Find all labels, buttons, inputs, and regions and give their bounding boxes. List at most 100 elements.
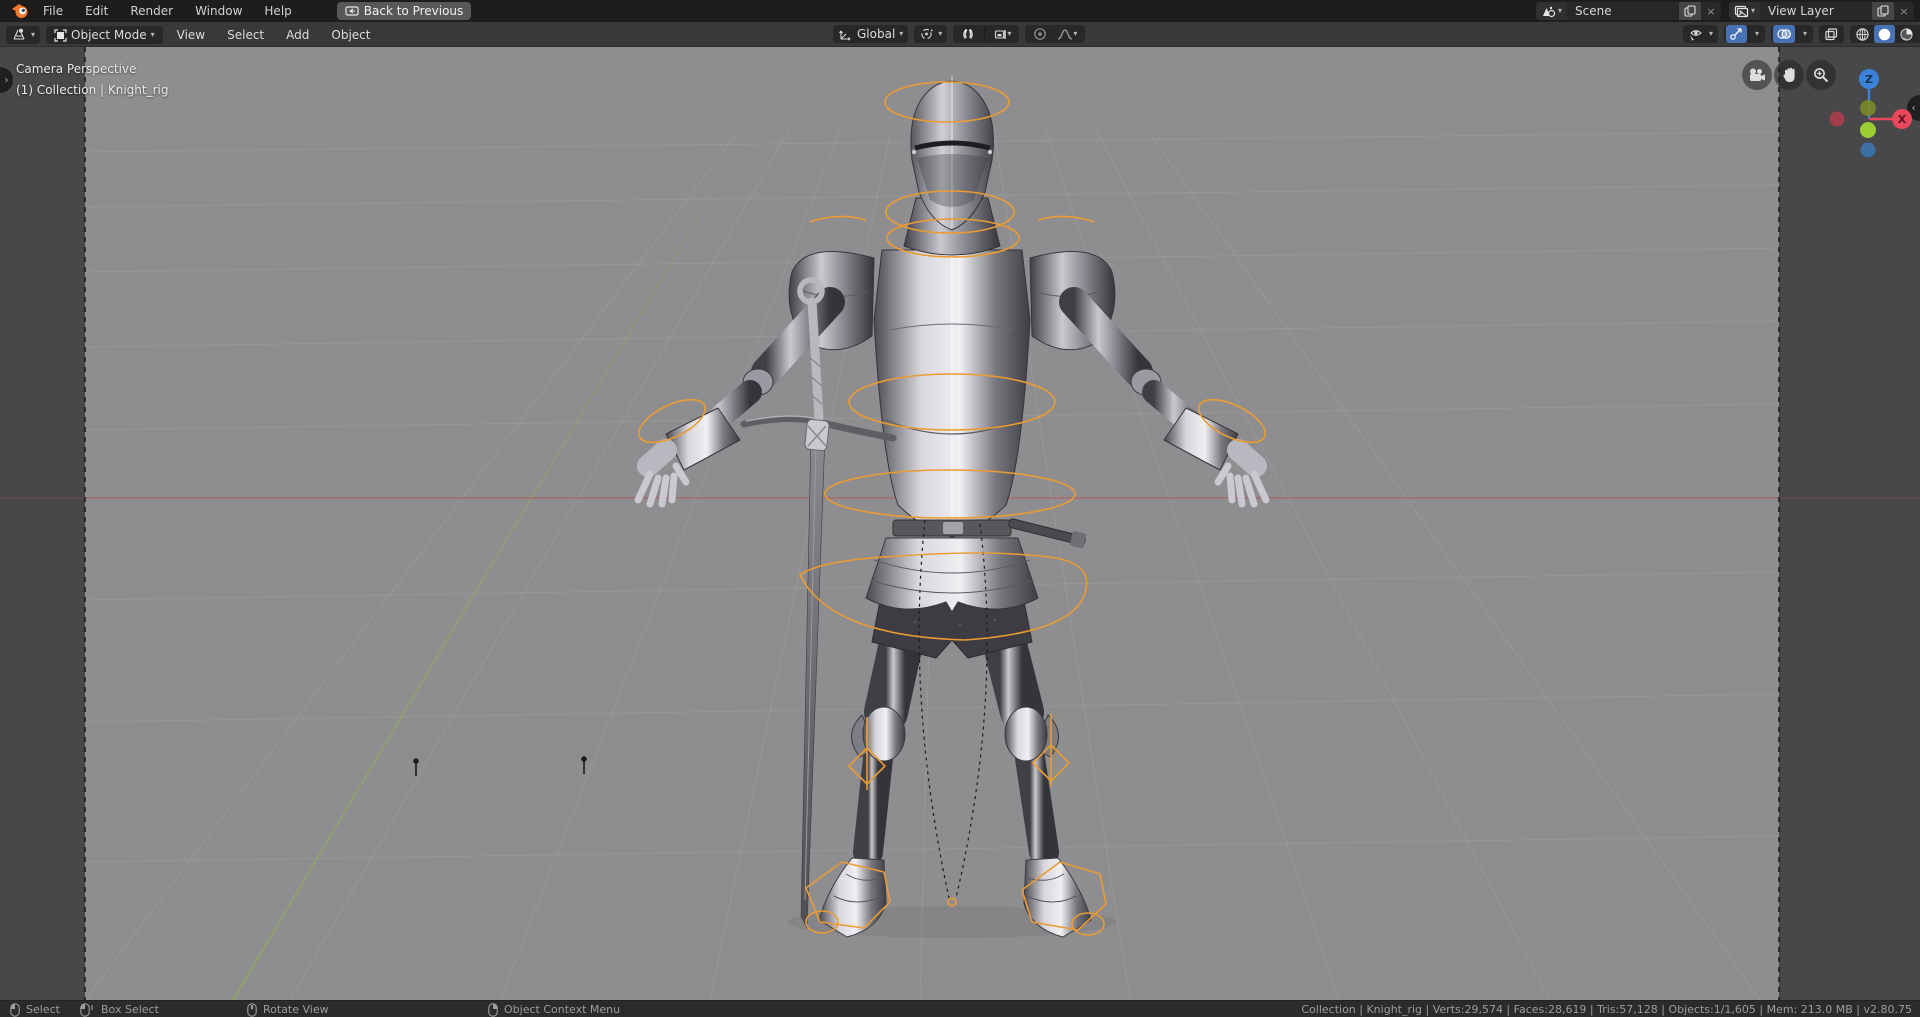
statusbar: Select Box Select Rotate View Object Con… [0,1000,1920,1017]
back-to-previous-label: Back to Previous [364,4,464,18]
pivot-point-selector[interactable]: ▾ [914,25,947,43]
new-view-layer-button[interactable] [1872,2,1894,20]
chevron-down-icon[interactable]: ▾ [1799,30,1811,38]
viewport-3d[interactable]: Camera Perspective (1) Collection | Knig… [0,47,1920,1000]
blender-logo [11,3,29,19]
chevron-down-icon: ▾ [938,30,942,38]
shading-wireframe-icon [1855,27,1870,42]
hint-select-label: Select [26,1003,60,1016]
topbar: File Edit Render Window Help Back to Pre… [0,0,1920,22]
new-scene-button[interactable] [1679,2,1701,20]
zoom-icon [1813,67,1829,83]
hint-rotate-view-label: Rotate View [263,1003,329,1016]
menu-select[interactable]: Select [219,25,272,45]
viewport-info-active-object: (1) Collection | Knight_rig [16,83,168,97]
back-to-previous-button[interactable]: Back to Previous [337,2,472,20]
view-layer-browse-button[interactable]: ▾ [1729,2,1760,20]
unlink-scene-button[interactable]: × [1701,2,1721,20]
shading-solid-button[interactable] [1874,25,1895,43]
xray-toggle[interactable] [1819,25,1844,43]
falloff-curve-icon [1057,28,1073,41]
chevron-down-icon[interactable]: ▾ [1751,30,1763,38]
scene-name[interactable]: Scene [1567,4,1679,18]
gizmo-neg-y-ball[interactable] [1860,122,1876,138]
copy-new-icon [1877,5,1889,17]
scene-viewlayer-selectors: ▾ Scene × [1536,2,1914,20]
divider [984,27,985,41]
mode-label: Object Mode [71,28,147,42]
scene-browse-button[interactable]: ▾ [1536,2,1567,20]
belt-buckle [943,522,963,534]
chevron-down-icon: ▾ [899,30,903,38]
proportional-edit-icon [1033,27,1047,41]
chevron-down-icon: ▾ [151,31,155,39]
shading-material-button[interactable] [1896,25,1917,43]
snap-target-selector[interactable]: ▾ [991,25,1014,43]
menu-window[interactable]: Window [184,0,253,22]
orientation-label: Global [857,27,895,41]
menu-render[interactable]: Render [119,0,184,22]
shading-solid-icon [1877,27,1892,42]
snap-target-icon [994,28,1007,41]
scene-icon [1541,5,1556,18]
mouse-left-drag-icon [80,1003,95,1017]
snap-group: ▾ [953,25,1019,43]
transform-orientation-selector[interactable]: Global ▾ [833,25,908,43]
view-layer-selector: ▾ View Layer × [1729,2,1914,20]
viewport-header: ▾ Object Mode ▾ View Select Add Object [0,22,1920,47]
viewport-header-left: ▾ Object Mode ▾ View Select Add Object [6,25,378,45]
proportional-edit-toggle[interactable] [1030,25,1050,43]
scene-selector: ▾ Scene × [1536,2,1721,20]
gizmo-neg-x-ball[interactable] [1830,112,1845,127]
menu-edit[interactable]: Edit [74,0,119,22]
overlays-toggle[interactable] [1773,25,1795,43]
snap-toggle-button[interactable] [958,25,978,43]
camera-view-button[interactable] [1742,60,1772,90]
menu-add[interactable]: Add [278,25,317,45]
viewport-canvas[interactable] [0,47,1920,1000]
overlays-toggle-icon [1776,27,1792,41]
editor-type-icon [11,28,27,42]
gizmos-toggle[interactable] [1726,25,1747,43]
shading-wireframe-button[interactable] [1852,25,1873,43]
menu-help[interactable]: Help [253,0,302,22]
view-layer-icon [1734,5,1749,18]
blender-window: File Edit Render Window Help Back to Pre… [0,0,1920,1017]
menu-file[interactable]: File [32,0,74,22]
mode-selector[interactable]: Object Mode ▾ [46,26,163,44]
chevron-down-icon: ▾ [1751,7,1755,15]
hint-object-context-menu: Object Context Menu [488,1001,620,1017]
hint-select: Select [10,1001,60,1017]
falloff-selector[interactable]: ▾ [1054,25,1080,43]
pan-view-button[interactable] [1774,60,1804,90]
menu-object[interactable]: Object [323,25,378,45]
visibility-group[interactable]: ▾ [1683,25,1718,43]
view-layer-name[interactable]: View Layer [1760,4,1872,18]
axis-navigation-gizmo[interactable]: Z X [1828,63,1914,175]
chevron-down-icon: ▾ [1558,7,1562,15]
copy-new-icon [1684,5,1696,17]
object-mode-icon [54,29,67,42]
back-monitor-icon [345,6,359,17]
chevron-down-icon: ▾ [1007,30,1011,38]
visibility-eye-icon [1688,27,1705,41]
mouse-middle-icon [247,1003,257,1017]
gizmo-toggle-icon [1729,27,1744,41]
pivot-point-icon [919,27,934,41]
menu-view[interactable]: View [169,25,213,45]
viewport-header-right: ▾ ▾ ▾ [1683,25,1920,43]
xray-toggle-icon [1824,27,1839,41]
gizmo-y-ball[interactable] [1860,100,1876,116]
gizmo-neg-z-ball[interactable] [1861,143,1876,158]
chevron-down-icon: ▾ [1073,30,1077,38]
editor-type-button[interactable]: ▾ [6,26,40,44]
viewport-info-view: Camera Perspective [16,62,136,76]
blender-logo-icon[interactable] [8,2,32,20]
hint-rotate-view: Rotate View [247,1001,329,1017]
pan-hand-icon [1782,67,1797,83]
shading-group: ▾ [1850,25,1920,43]
remove-view-layer-button[interactable]: × [1894,2,1914,20]
chevron-down-icon: ▾ [31,31,35,39]
camera-view-icon [1748,68,1766,82]
scene-statistics: Collection | Knight_rig | Verts:29,574 |… [1301,1001,1912,1017]
